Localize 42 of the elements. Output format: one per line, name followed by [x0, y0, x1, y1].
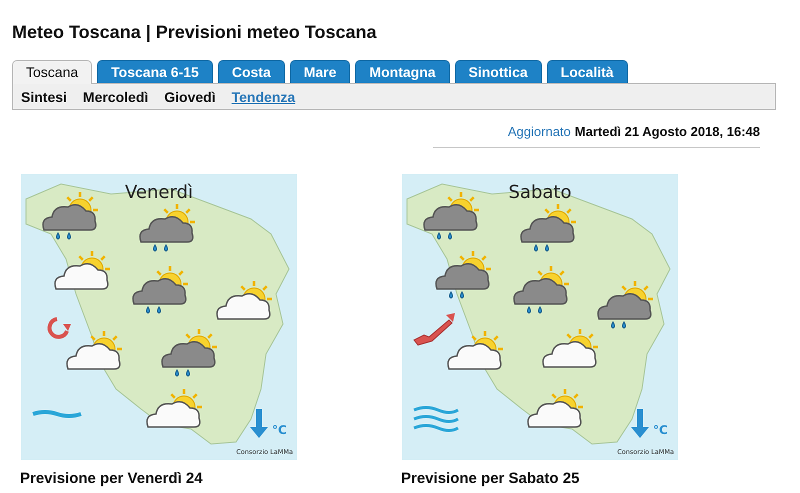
nav-tab[interactable]: Mare: [290, 60, 350, 83]
sun-cloud-icon: [447, 331, 503, 370]
rain-cloud-icon: [513, 266, 569, 314]
sun-cloud-icon: [54, 251, 110, 290]
rain-cloud-icon: [597, 281, 653, 328]
down-arrow-icon: [631, 409, 649, 438]
forecast-caption: Previsione per Sabato 25: [401, 470, 580, 487]
rain-cloud-icon: [520, 204, 576, 252]
sun-cloud-icon: [146, 389, 202, 428]
waves-icon: [412, 406, 460, 432]
nav-tab[interactable]: Toscana 6-15: [97, 60, 213, 83]
nav-tab[interactable]: Toscana: [12, 60, 92, 84]
sun-cloud-icon: [216, 281, 272, 320]
sun-cloud-icon: [66, 331, 122, 370]
page-title: Meteo Toscana | Previsioni meteo Toscana: [12, 22, 378, 43]
wave-icon: [32, 410, 82, 418]
wind-arrow-icon: [413, 313, 455, 346]
curved-arrow-icon: [48, 317, 71, 339]
rain-cloud-icon: [139, 204, 195, 252]
subnav-link[interactable]: Mercoledì: [82, 89, 148, 103]
down-arrow-icon: [250, 409, 268, 438]
sun-cloud-icon: [542, 329, 598, 368]
unit-label: °C: [272, 423, 287, 437]
rain-cloud-icon: [161, 329, 217, 376]
map-day-label: Venerdì: [125, 182, 193, 203]
nav-tab[interactable]: Costa: [218, 60, 285, 83]
forecast-caption: Previsione per Venerdì 24: [20, 470, 204, 487]
unit-label: °C: [653, 423, 668, 437]
nav-tab[interactable]: Montagna: [355, 60, 450, 83]
rain-cloud-icon: [42, 192, 98, 240]
map-day-label: Sabato: [508, 182, 572, 203]
subnav-link[interactable]: Giovedì: [164, 89, 216, 103]
nav-tab[interactable]: Località: [546, 60, 628, 83]
sun-cloud-icon: [527, 389, 583, 428]
rain-cloud-icon: [132, 266, 188, 314]
updated-label: Aggiornato: [508, 124, 571, 139]
subnav-link[interactable]: Sintesi: [21, 89, 67, 103]
rain-cloud-icon: [435, 251, 491, 298]
rain-cloud-icon: [423, 192, 479, 240]
updated-date: Martedì 21 Agosto 2018, 16:48: [574, 124, 760, 139]
subnav-link[interactable]: Tendenza: [232, 89, 296, 103]
nav-tab[interactable]: Sinottica: [454, 60, 542, 83]
